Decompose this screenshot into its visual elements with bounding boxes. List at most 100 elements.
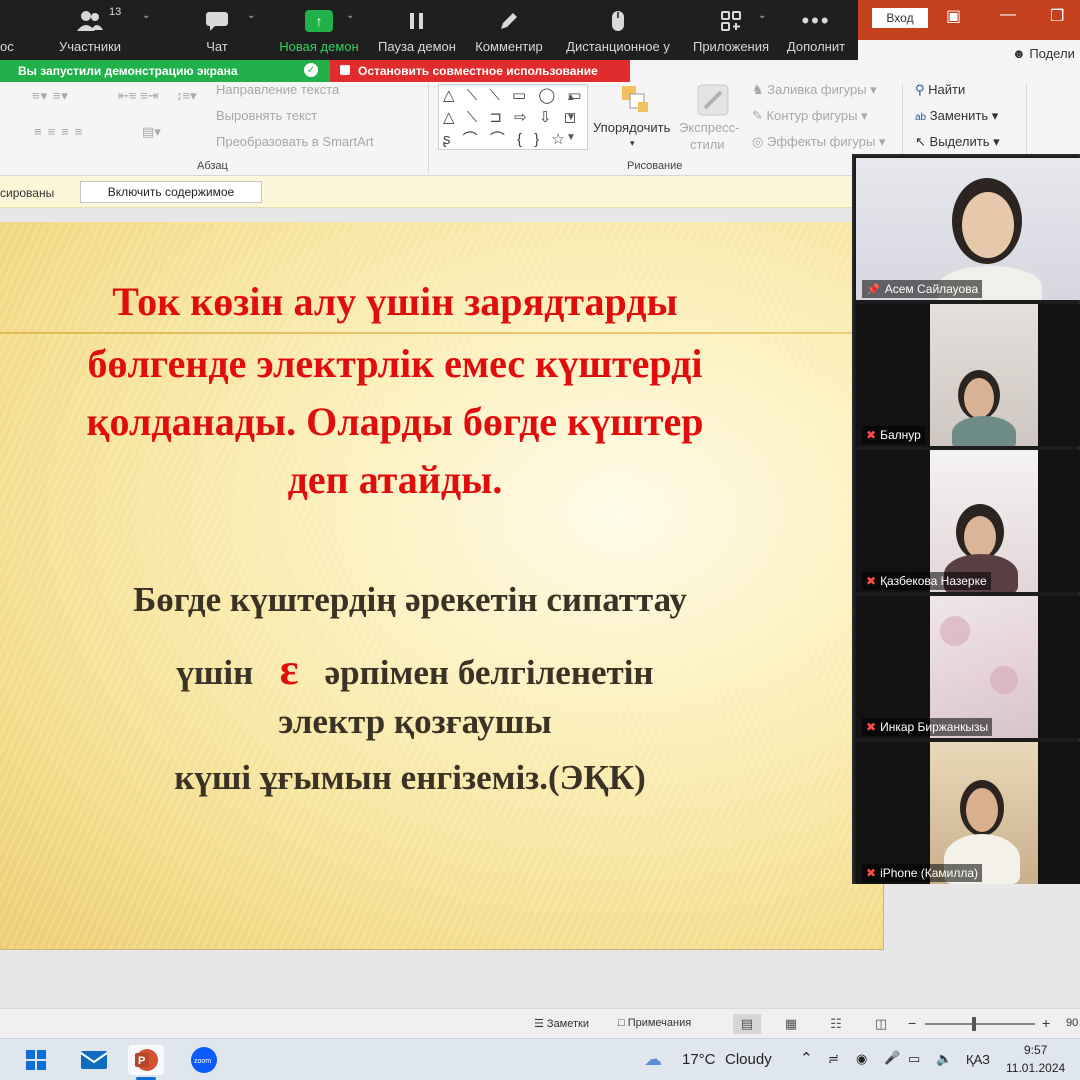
align-icons[interactable]: ≡≡≡≡ xyxy=(34,124,88,139)
slide-red-line-2: бөлгенде электрлік емес күштерді xyxy=(87,341,703,386)
ribbon-display-icon[interactable]: ▣ xyxy=(946,6,961,26)
slide-red-line-1: Ток көзін алу үшін зарядтарды xyxy=(112,279,678,324)
cloud-icon: ☁ xyxy=(644,1049,662,1069)
reading-view-icon[interactable]: ☷ xyxy=(822,1014,850,1034)
participant-name: iPhone (Камилла) xyxy=(880,866,979,880)
mouse-icon xyxy=(558,8,678,34)
paint-bucket-icon: ♞ xyxy=(752,82,764,97)
zoom-slider-track[interactable] xyxy=(925,1023,1035,1025)
camera-icon[interactable]: ◉ xyxy=(856,1051,867,1067)
clock-date[interactable]: 11.01.2024 xyxy=(1006,1061,1065,1075)
apps-label: Приложения xyxy=(692,39,770,54)
zoom-icon[interactable]: zoom xyxy=(186,1045,222,1075)
convert-smartart-button[interactable]: Преобразовать в SmartArt xyxy=(216,134,374,149)
zoom-percent[interactable]: 90 xyxy=(1066,1017,1078,1029)
weather-widget[interactable]: ☁ xyxy=(644,1049,662,1070)
new-share-button[interactable]: ↑ Новая демон xyxy=(274,0,364,60)
tray-expand-icon[interactable]: ⌃ xyxy=(800,1049,813,1067)
participants-caret-icon[interactable]: ⌄ xyxy=(142,10,150,21)
remote-control-button[interactable]: Дистанционное у xyxy=(558,0,678,60)
network-icon[interactable]: ≓ xyxy=(828,1051,839,1067)
volume-icon[interactable]: 🔈 xyxy=(936,1051,952,1067)
apps-button[interactable]: Приложения xyxy=(686,0,776,60)
chat-button[interactable]: Чат xyxy=(194,0,240,60)
quick-styles-button[interactable]: Экспресс- xyxy=(679,120,740,135)
participant-video-panel: 📌 Асем Сайлауова ✖ Балнур ✖ Қазбекова На… xyxy=(852,154,1080,884)
line-spacing-icon[interactable]: ↕≡▾ xyxy=(176,88,197,104)
find-button[interactable]: ⚲ Найти xyxy=(915,82,965,98)
slide-canvas[interactable]: Ток көзін алу үшін зарядтарды бөлгенде э… xyxy=(0,222,884,950)
quick-styles-button-line2[interactable]: стили xyxy=(690,137,725,152)
more-button[interactable]: ••• Дополнит xyxy=(780,0,852,60)
shape-fill-button[interactable]: ♞ Заливка фигуры ▾ xyxy=(752,82,877,98)
enable-content-button[interactable]: Включить содержимое xyxy=(80,181,262,203)
ppt-status-bar: ☰ Заметки □ Примечания ▤ ▦ ☷ ◫ − + 90 xyxy=(0,1008,1080,1038)
zoom-in-icon[interactable]: + xyxy=(1042,1015,1050,1031)
gallery-scroll-icon[interactable]: ▲ ▼ ▼ xyxy=(566,88,576,148)
arrange-button[interactable]: Упорядочить xyxy=(593,120,670,135)
chat-label: Чат xyxy=(206,39,228,54)
participant-video xyxy=(856,158,1080,300)
indent-icons[interactable]: ⇤≡ ≡⇥ xyxy=(118,88,159,104)
bullets-icon[interactable]: ≡▾ ≡▾ xyxy=(32,88,69,104)
columns-icon[interactable]: ▤▾ xyxy=(142,124,161,140)
clock-time[interactable]: 9:57 xyxy=(1024,1043,1047,1057)
mail-icon[interactable] xyxy=(76,1045,112,1075)
slide-sorter-icon[interactable]: ▦ xyxy=(777,1014,805,1034)
zoom-slider-thumb[interactable] xyxy=(972,1017,976,1031)
minimize-icon[interactable]: — xyxy=(1000,6,1016,24)
slideshow-icon[interactable]: ◫ xyxy=(867,1014,895,1034)
apps-caret-icon[interactable]: ⌄ xyxy=(758,10,766,21)
chat-caret-icon[interactable]: ⌄ xyxy=(247,10,255,21)
participants-button[interactable]: 13 Участники xyxy=(52,0,128,60)
participant-video xyxy=(930,304,1038,446)
participant-tile[interactable]: ✖ Қазбекова Назерке xyxy=(856,450,1080,592)
select-button[interactable]: ↖ Выделить ▾ xyxy=(915,134,1000,150)
ppt-share-button[interactable]: ☻ Подели xyxy=(1012,46,1075,61)
windows-taskbar: P zoom ☁ 17°C Cloudy ⌃ ≓ ◉ 🎤 ▭ 🔈 ҚАЗ 9:5… xyxy=(0,1038,1080,1080)
text-direction-button[interactable]: Направление текста xyxy=(216,82,339,97)
mic-muted-icon: ✖ xyxy=(866,866,877,880)
participant-name-tag: 📌 Асем Сайлауова xyxy=(862,280,983,298)
align-text-button[interactable]: Выровнять текст xyxy=(216,108,317,123)
shape-effects-button[interactable]: ◎ Эффекты фигуры ▾ xyxy=(752,134,885,150)
mic-muted-icon: ✖ xyxy=(866,574,877,588)
participant-tile[interactable]: ✖ iPhone (Камилла) xyxy=(856,742,1080,884)
participant-tile[interactable]: 📌 Асем Сайлауова xyxy=(856,158,1080,300)
more-label: Дополнит xyxy=(786,39,846,54)
start-icon[interactable] xyxy=(18,1045,54,1075)
participant-name-tag: ✖ Қазбекова Назерке xyxy=(862,572,991,590)
zoom-out-icon[interactable]: − xyxy=(908,1015,916,1031)
svg-text:zoom: zoom xyxy=(194,1058,211,1065)
replace-icon: ab xyxy=(915,112,927,123)
participant-video xyxy=(930,742,1038,884)
restore-icon[interactable]: ❐ xyxy=(1050,6,1064,26)
microphone-icon[interactable]: 🎤 xyxy=(884,1050,900,1066)
language-indicator[interactable]: ҚАЗ xyxy=(966,1052,990,1067)
protected-view-text: сированы xyxy=(0,186,55,200)
powerpoint-icon[interactable]: P xyxy=(128,1045,164,1075)
slide-red-line-3: қолданады. Оларды бөгде күштер xyxy=(86,399,704,444)
stop-share-button[interactable]: Остановить совместное использование xyxy=(330,60,630,82)
participant-tile[interactable]: ✖ Балнур xyxy=(856,304,1080,446)
share-caret-icon[interactable]: ⌄ xyxy=(346,10,354,21)
sign-in-button[interactable]: Вход xyxy=(872,8,928,28)
participant-video xyxy=(930,450,1038,592)
cut-off-button-label: ос xyxy=(0,39,14,54)
stop-square-icon xyxy=(340,65,350,75)
comments-button[interactable]: □ Примечания xyxy=(618,1017,691,1029)
pause-icon xyxy=(372,8,462,34)
arrange-caret-icon[interactable]: ▾ xyxy=(630,138,635,149)
shape-outline-button[interactable]: ✎ Контур фигуры ▾ xyxy=(752,108,868,124)
slide-dark-line-4: күші ұғымын енгіземіз.(ЭҚК) xyxy=(174,758,646,797)
replace-button[interactable]: ab Заменить ▾ xyxy=(915,108,998,124)
battery-icon[interactable]: ▭ xyxy=(908,1051,920,1067)
slide-dark-line-2-post: әрпімен белгіленетін xyxy=(324,653,654,692)
annotate-button[interactable]: Комментир xyxy=(470,0,548,60)
pause-share-button[interactable]: Пауза демон xyxy=(372,0,462,60)
notes-button[interactable]: ☰ Заметки xyxy=(534,1017,589,1030)
slide-dark-line-1: Бөгде күштердің әрекетін сипаттау xyxy=(133,580,687,619)
participant-name: Балнур xyxy=(880,428,921,442)
normal-view-icon[interactable]: ▤ xyxy=(733,1014,761,1034)
participant-tile[interactable]: ✖ Инкар Биржанкызы xyxy=(856,596,1080,738)
